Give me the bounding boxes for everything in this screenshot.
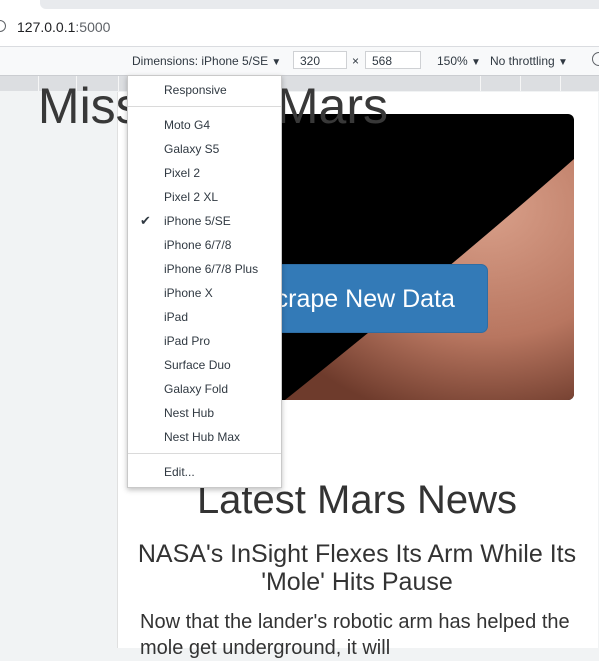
menu-item-responsive[interactable]: Responsive <box>128 78 281 102</box>
menu-item-iphone-6-7-8-plus[interactable]: iPhone 6/7/8 Plus <box>128 257 281 281</box>
device-toolbar: Dimensions: iPhone 5/SE ▼ 320 × 568 150%… <box>0 47 599 76</box>
menu-item-edit[interactable]: Edit... <box>128 460 281 484</box>
url-text[interactable]: 127.0.0.1:5000 <box>17 19 110 35</box>
zoom-label: 150% <box>437 54 468 68</box>
height-input[interactable]: 568 <box>365 51 421 69</box>
menu-item-moto-g4[interactable]: Moto G4 <box>128 113 281 137</box>
tab-strip <box>40 0 599 9</box>
url-port: :5000 <box>75 19 111 35</box>
menu-item-label: iPhone 5/SE <box>164 214 231 228</box>
dimensions-label: Dimensions: iPhone 5/SE <box>132 54 269 68</box>
dimensions-dropdown[interactable]: Dimensions: iPhone 5/SE ▼ <box>132 54 281 68</box>
rotate-icon[interactable] <box>592 52 599 66</box>
menu-item-pixel-2-xl[interactable]: Pixel 2 XL <box>128 185 281 209</box>
menu-item-surface-duo[interactable]: Surface Duo <box>128 353 281 377</box>
site-info-icon[interactable] <box>0 20 6 32</box>
times-icon: × <box>352 54 360 68</box>
menu-item-galaxy-fold[interactable]: Galaxy Fold <box>128 377 281 401</box>
menu-item-ipad[interactable]: iPad <box>128 305 281 329</box>
throttling-dropdown[interactable]: No throttling ▼ <box>490 54 568 68</box>
device-menu: Responsive Moto G4 Galaxy S5 Pixel 2 Pix… <box>127 75 282 488</box>
menu-item-nest-hub[interactable]: Nest Hub <box>128 401 281 425</box>
dropdown-arrow-icon: ▼ <box>471 57 481 68</box>
address-bar[interactable]: 127.0.0.1:5000 <box>0 0 599 47</box>
zoom-dropdown[interactable]: 150% ▼ <box>437 54 481 68</box>
menu-item-iphone-6-7-8[interactable]: iPhone 6/7/8 <box>128 233 281 257</box>
news-paragraph: Now that the lander's robotic arm has he… <box>140 611 570 659</box>
menu-item-iphone-5-se[interactable]: ✔ iPhone 5/SE <box>128 209 281 233</box>
menu-separator <box>128 106 281 107</box>
dropdown-arrow-icon: ▼ <box>271 57 282 68</box>
menu-item-nest-hub-max[interactable]: Nest Hub Max <box>128 425 281 449</box>
news-title: NASA's InSight Flexes Its Arm While Its … <box>137 540 577 596</box>
menu-item-iphone-x[interactable]: iPhone X <box>128 281 281 305</box>
throttling-label: No throttling <box>490 54 555 68</box>
width-input[interactable]: 320 <box>293 51 347 69</box>
menu-separator <box>128 453 281 454</box>
menu-item-pixel-2[interactable]: Pixel 2 <box>128 161 281 185</box>
dropdown-arrow-icon: ▼ <box>558 57 568 68</box>
url-host: 127.0.0.1 <box>17 19 76 35</box>
checkmark-icon: ✔ <box>140 213 151 228</box>
menu-item-galaxy-s5[interactable]: Galaxy S5 <box>128 137 281 161</box>
menu-item-ipad-pro[interactable]: iPad Pro <box>128 329 281 353</box>
